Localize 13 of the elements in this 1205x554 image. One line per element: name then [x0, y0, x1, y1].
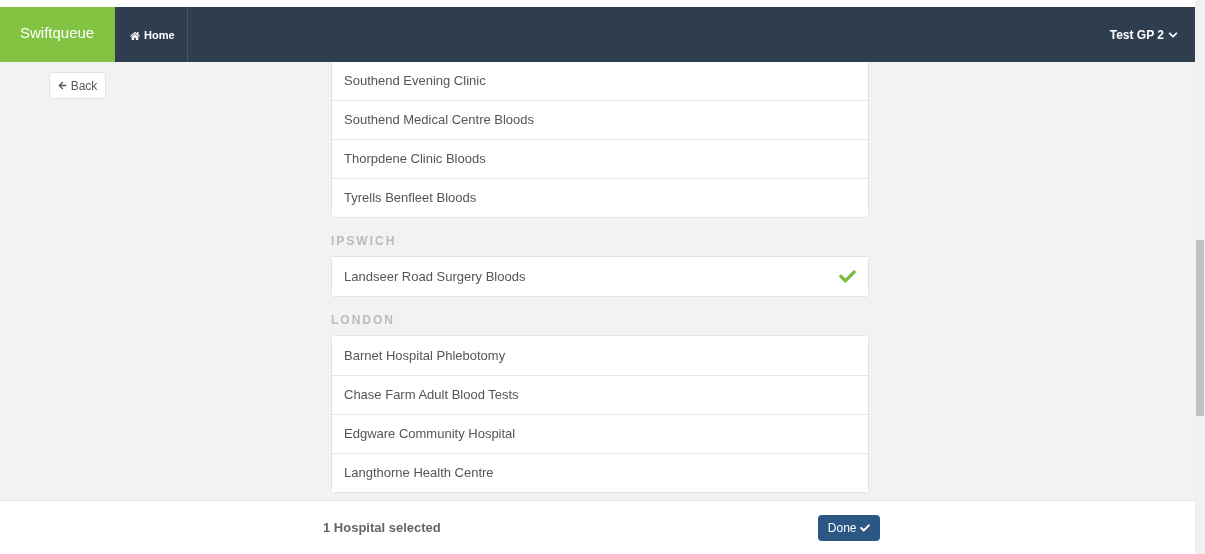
home-icon — [130, 30, 140, 41]
selection-count: 1 Hospital selected — [323, 518, 441, 537]
hospital-item[interactable]: Landseer Road Surgery Bloods — [332, 257, 868, 296]
hospital-item[interactable]: Tyrells Benfleet Bloods — [332, 178, 868, 217]
check-icon — [839, 268, 856, 285]
hospital-item[interactable]: Langthorne Health Centre — [332, 453, 868, 492]
user-menu[interactable]: Test GP 2 — [1109, 7, 1195, 62]
check-icon — [860, 522, 871, 533]
done-button[interactable]: Done — [817, 514, 881, 541]
back-button[interactable]: Back — [49, 72, 106, 99]
chevron-down-icon — [1168, 29, 1178, 40]
scrollbar[interactable] — [1195, 0, 1205, 554]
arrow-left-icon — [57, 81, 67, 90]
